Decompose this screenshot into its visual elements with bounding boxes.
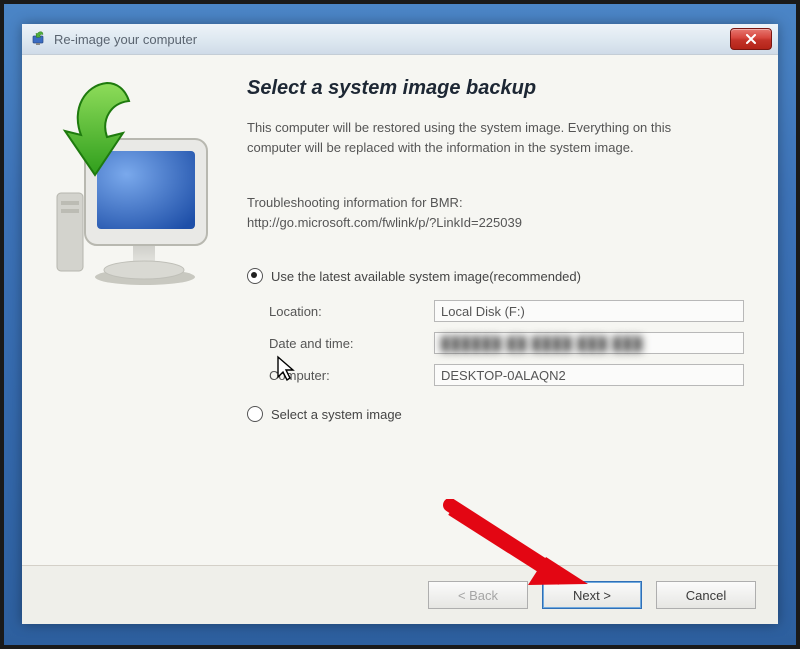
datetime-label: Date and time: bbox=[269, 336, 434, 351]
troubleshooting-link[interactable]: http://go.microsoft.com/fwlink/p/?LinkId… bbox=[247, 215, 522, 230]
radio-icon bbox=[247, 406, 263, 422]
cancel-button[interactable]: Cancel bbox=[656, 581, 756, 609]
desktop-background: Re-image your computer bbox=[0, 0, 800, 649]
page-description: This computer will be restored using the… bbox=[247, 118, 707, 157]
computer-value: DESKTOP-0ALAQN2 bbox=[434, 364, 744, 386]
option-select-image[interactable]: Select a system image bbox=[247, 406, 760, 422]
datetime-value: ██████ ██ ████ ███ ███ bbox=[434, 332, 744, 354]
reimage-wizard-window: Re-image your computer bbox=[22, 24, 778, 624]
window-title: Re-image your computer bbox=[54, 32, 730, 47]
troubleshooting-label: Troubleshooting information for BMR: bbox=[247, 195, 463, 210]
option-use-latest[interactable]: Use the latest available system image(re… bbox=[247, 268, 760, 284]
app-icon bbox=[30, 30, 48, 48]
location-value: Local Disk (F:) bbox=[434, 300, 744, 322]
option-select-image-label: Select a system image bbox=[271, 407, 402, 422]
page-heading: Select a system image backup bbox=[247, 77, 760, 100]
monitor-restore-icon bbox=[37, 75, 237, 305]
field-computer: Computer: DESKTOP-0ALAQN2 bbox=[269, 364, 760, 386]
close-icon bbox=[745, 34, 757, 44]
content-area: Select a system image backup This comput… bbox=[22, 55, 778, 565]
computer-label: Computer: bbox=[269, 368, 434, 383]
next-button[interactable]: Next > bbox=[542, 581, 642, 609]
field-location: Location: Local Disk (F:) bbox=[269, 300, 760, 322]
field-datetime: Date and time: ██████ ██ ████ ███ ███ bbox=[269, 332, 760, 354]
latest-image-details: Location: Local Disk (F:) Date and time:… bbox=[269, 300, 760, 386]
back-button[interactable]: < Back bbox=[428, 581, 528, 609]
wizard-form-pane: Select a system image backup This comput… bbox=[247, 55, 778, 565]
titlebar[interactable]: Re-image your computer bbox=[22, 24, 778, 55]
wizard-graphic-pane bbox=[22, 55, 247, 565]
option-use-latest-label: Use the latest available system image(re… bbox=[271, 269, 581, 284]
location-label: Location: bbox=[269, 304, 434, 319]
troubleshooting-info: Troubleshooting information for BMR: htt… bbox=[247, 193, 760, 232]
close-button[interactable] bbox=[730, 28, 772, 50]
radio-icon bbox=[247, 268, 263, 284]
wizard-button-bar: < Back Next > Cancel bbox=[22, 565, 778, 624]
